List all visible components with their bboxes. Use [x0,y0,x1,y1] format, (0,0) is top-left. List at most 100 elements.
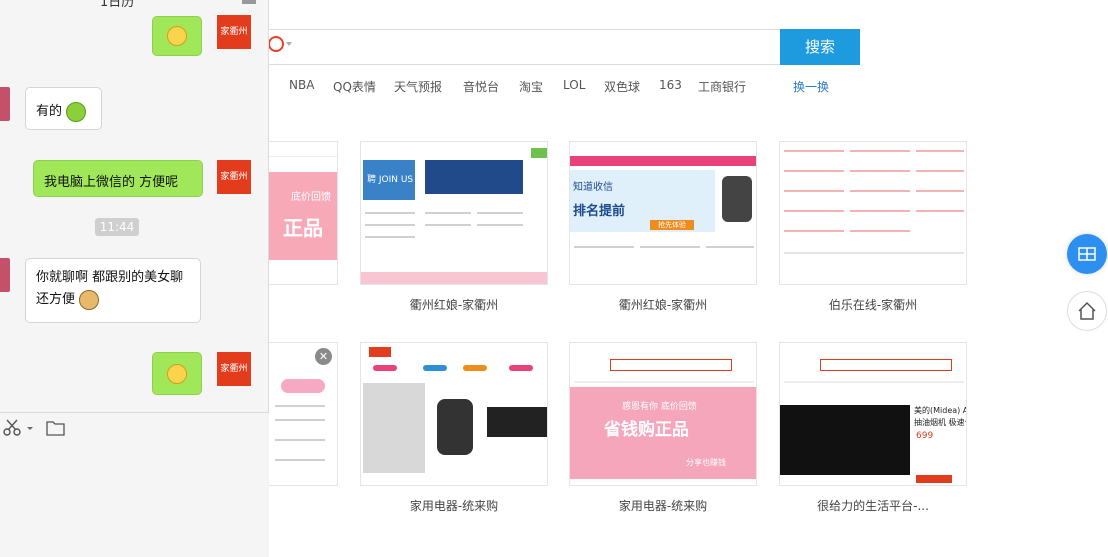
tile-label: 家用电器-统来购 [618,499,708,513]
speed-dial-tile[interactable]: 感恩有你 底价回馈 省钱购正品 分享也赚钱 [569,342,757,486]
product-image [780,405,910,475]
avatar[interactable] [0,87,10,121]
app-grid-button[interactable] [1067,234,1107,274]
screenshot-scissors-icon[interactable] [2,419,36,437]
search-engine-selector[interactable] [268,36,298,58]
home-icon [1078,301,1096,320]
timestamp: 11:44 [95,218,139,236]
thumb-search [610,359,732,371]
thumb-line [706,246,754,248]
thumb-banner [425,160,523,194]
thumb-line [916,190,964,192]
message-bubble[interactable] [152,352,202,395]
thumb-line [425,212,471,214]
tile-label: 家用电器-统来购 [409,499,499,513]
thumb-line [784,190,844,192]
close-icon[interactable]: ✕ [315,348,332,365]
chat-title: 1日历 [100,0,135,10]
thumb-line [916,210,964,212]
tile-label: 衢州红娘-家衢州 [409,298,499,312]
thumb-line [916,170,964,172]
hot-link[interactable]: QQ表情 [333,78,376,95]
thumb-line [850,230,910,232]
thumb-line [275,419,325,421]
thumb-button [916,475,952,483]
avatar[interactable]: 家衢州 [217,15,251,49]
avatar[interactable]: 家衢州 [217,160,251,194]
thumb-line [365,236,415,238]
thumb-line [477,224,523,226]
message-text: 有的 [36,104,63,119]
thumb-line [850,210,910,212]
message-bubble[interactable] [152,16,202,56]
thumb-logo [369,347,391,357]
search-button[interactable]: 搜索 [780,29,860,65]
speed-dial-tile[interactable] [360,342,548,486]
thumb-line [425,224,471,226]
hammer-emoji-icon [79,289,100,310]
avatar[interactable] [0,258,10,292]
thumb-line [784,252,964,254]
thumb-text: 排名提前 [573,204,626,219]
thumb-button [423,365,447,371]
thumb-header [269,142,337,157]
thumb-text: 分享也赚钱 [686,458,726,467]
speed-dial-tile[interactable]: 聘 JOIN US [360,141,548,285]
thumb-text: 底价回馈 [291,192,331,203]
thumb-line [784,230,844,232]
thumb-line [916,150,964,152]
hot-link[interactable]: 淘宝 [519,78,543,95]
kettle-image [722,176,752,222]
thumb-line [365,224,415,226]
home-button[interactable] [1067,291,1107,331]
thumb-line [275,405,325,407]
thumb-button [531,148,547,158]
speed-dial-tile[interactable] [779,141,967,285]
speed-dial-tile[interactable]: 知道收信 排名提前 抢先体验 [569,141,757,285]
thumb-text: 聘 JOIN US [367,175,414,185]
hot-link[interactable]: 音悦台 [463,78,499,95]
thumb-text: 抢先体验 [650,220,694,230]
kettle-image [437,399,473,455]
thumb-line [850,190,910,192]
thumb-footer [361,272,547,284]
thumb-button [463,365,487,371]
thumb-line [574,246,634,248]
message-bubble[interactable]: 有的 [25,87,102,130]
thumb-line [850,170,910,172]
thumb-header [570,142,756,158]
speed-dial-tile[interactable]: 美的(Midea) AS7 抽油烟机 极速合半 699 [779,342,967,486]
thumb-line [365,212,415,214]
thumb-search [820,359,952,371]
user-icon[interactable] [242,0,256,4]
hot-link[interactable]: 双色球 [604,78,640,95]
search-input[interactable] [268,29,780,65]
hot-link[interactable]: LOL [563,78,585,92]
thumb-line [275,459,325,461]
hot-link[interactable]: 工商银行 [698,78,746,95]
thumb-line [784,150,844,152]
thumb-text: 感恩有你 底价回馈 [622,402,697,412]
grid-icon [1078,247,1096,261]
hot-link[interactable]: 天气预报 [394,78,442,95]
refresh-link[interactable]: 换一换 [793,78,829,95]
thumb-line [477,212,523,214]
message-bubble[interactable]: 我电脑上微信的 方便呢 [33,160,203,197]
avatar[interactable]: 家衢州 [217,352,251,386]
hot-link[interactable]: 163 [659,78,682,92]
message-bubble[interactable]: 你就聊啊 都跟别的美女聊 还方便 [25,258,201,323]
hug-emoji-icon [66,101,87,122]
chat-toolbar [0,412,269,444]
tile-label: 很给力的生活平台-... [817,499,929,513]
chevron-down-icon [286,42,292,46]
message-input[interactable] [0,442,269,557]
thumb-line [850,150,910,152]
awkward-emoji-icon [167,26,187,46]
hot-link[interactable]: NBA [289,78,314,92]
sogou-logo-icon [268,36,284,52]
chat-window: 1日历 家衢州 有的 我电脑上微信的 方便呢 家衢州 11:44 你就聊啊 都跟… [0,0,269,557]
thumb-text: 抽油烟机 极速合半 [914,418,966,427]
message-text: 你就聊啊 都跟别的美女聊 还方便 [36,270,184,307]
folder-icon[interactable] [46,419,66,437]
thumb-text: 知道收信 [573,182,613,193]
